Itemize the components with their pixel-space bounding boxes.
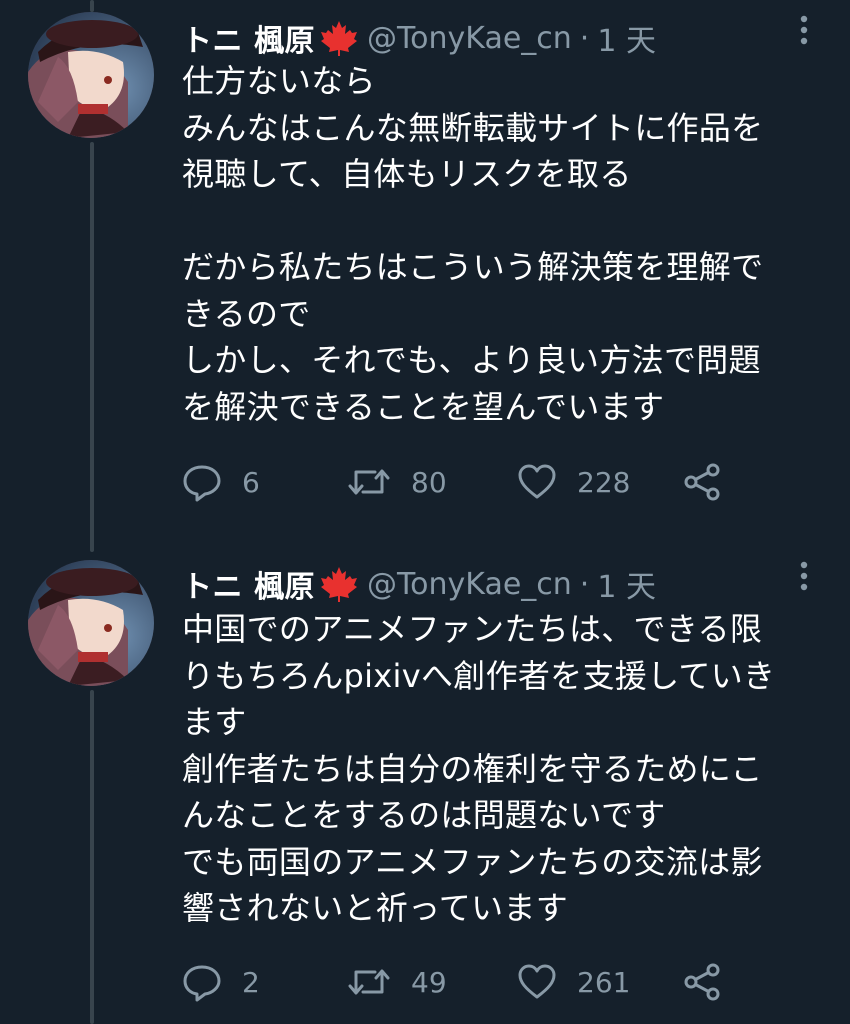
tweet-actions: 2 49 261 <box>182 960 742 1004</box>
avatar-image <box>28 12 154 138</box>
tweet-text-line: ます <box>182 703 247 741</box>
tweet-actions: 6 80 228 <box>182 460 742 504</box>
share-icon <box>682 962 722 1002</box>
avatar-image <box>28 560 154 686</box>
tweet-text-line: きるので <box>182 294 311 333</box>
tweet[interactable]: トニ 楓原 @TonyKae_cn · 1 天 中国でのアニメファンたちは、でき… <box>0 552 850 1024</box>
timestamp[interactable]: 1 天 <box>597 16 656 60</box>
user-handle[interactable]: @TonyKae_cn <box>367 21 572 56</box>
like-count: 261 <box>577 965 631 999</box>
more-vertical-icon[interactable] <box>796 558 812 598</box>
retweet-button[interactable]: 80 <box>347 460 447 504</box>
reply-count: 6 <box>242 465 260 499</box>
retweet-button[interactable]: 49 <box>347 960 447 1004</box>
tweet-text-line: 視聴して、自体もリスクを取る <box>182 155 632 193</box>
tweet-header: トニ 楓原 @TonyKae_cn · 1 天 <box>182 560 790 608</box>
retweet-count: 49 <box>411 965 447 999</box>
tweet-text-line: りもちろんpixivへ創作者を支援していき <box>182 656 776 695</box>
share-icon <box>682 462 722 502</box>
tweet-text-line: でも両国のアニメファンたちの交流は影 <box>182 842 763 881</box>
retweet-icon <box>347 962 391 1002</box>
reply-button[interactable]: 6 <box>182 460 260 504</box>
retweet-icon <box>347 462 391 502</box>
heart-icon <box>517 462 557 502</box>
tweet-text-line: 中国でのアニメファンたちは、できる限 <box>182 610 763 648</box>
share-button[interactable] <box>682 960 722 1004</box>
timeline: トニ 楓原 @TonyKae_cn · 1 天 仕方ないなら みんなはこんな無断… <box>0 0 850 1024</box>
retweet-count: 80 <box>411 465 447 499</box>
tweet-text-line: んなことをするのは問題ないです <box>182 796 666 834</box>
like-count: 228 <box>577 465 631 499</box>
tweet-text-line: だから私たちはこういう解決策を理解で <box>182 248 764 286</box>
more-vertical-icon[interactable] <box>796 12 812 52</box>
reply-button[interactable]: 2 <box>182 960 260 1004</box>
tweet-text-line: しかし、それでも、より良い方法で問題 <box>182 341 761 379</box>
timestamp[interactable]: 1 天 <box>597 562 656 606</box>
tweet-text-line: を解決できることを望んでいます <box>182 387 665 426</box>
display-name[interactable]: トニ 楓原 <box>182 562 315 606</box>
like-button[interactable]: 228 <box>517 460 630 504</box>
tweet-text-line: 響されないと祈っています <box>182 889 569 927</box>
reply-count: 2 <box>242 965 260 999</box>
heart-icon <box>517 962 557 1002</box>
tweet-text-line: 創作者たちは自分の権利を守るためにこ <box>182 749 763 788</box>
tweet-text-line: 仕方ないなら <box>182 62 376 100</box>
tweet-text-line <box>182 198 832 245</box>
reply-icon <box>182 462 222 502</box>
avatar[interactable] <box>28 560 154 686</box>
avatar[interactable] <box>28 12 154 138</box>
tweet[interactable]: トニ 楓原 @TonyKae_cn · 1 天 仕方ないなら みんなはこんな無断… <box>0 0 850 540</box>
tweet-header: トニ 楓原 @TonyKae_cn · 1 天 <box>182 14 790 62</box>
display-name[interactable]: トニ 楓原 <box>182 16 315 60</box>
reply-icon <box>182 962 222 1002</box>
like-button[interactable]: 261 <box>517 960 630 1004</box>
share-button[interactable] <box>682 460 722 504</box>
tweet-text: 仕方ないなら みんなはこんな無断転載サイトに作品を 視聴して、自体もリスクを取る… <box>182 58 832 430</box>
tweet-text: 中国でのアニメファンたちは、できる限 りもちろんpixivへ創作者を支援していき… <box>182 606 832 932</box>
maple-leaf-icon <box>319 565 359 603</box>
separator-dot: · <box>579 566 590 602</box>
separator-dot: · <box>579 20 590 56</box>
user-handle[interactable]: @TonyKae_cn <box>367 567 572 602</box>
tweet-text-line: みんなはこんな無断転載サイトに作品を <box>182 108 764 147</box>
maple-leaf-icon <box>319 19 359 57</box>
